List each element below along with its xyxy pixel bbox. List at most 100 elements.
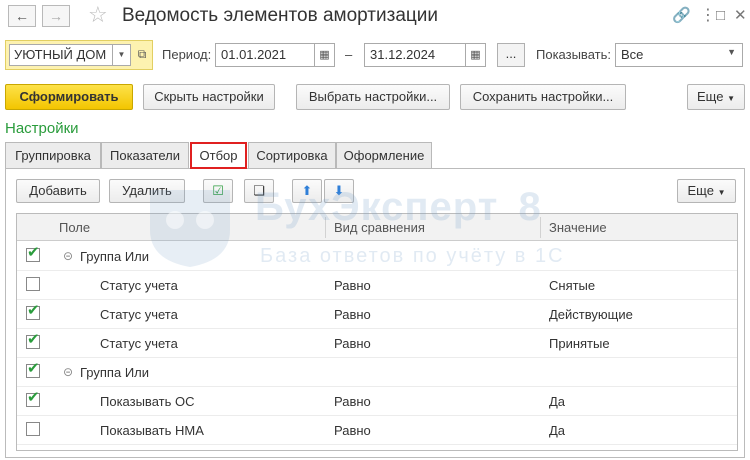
cell-comparison[interactable]: Равно xyxy=(334,387,371,416)
row-checkbox[interactable] xyxy=(26,277,40,291)
tab-formatting[interactable]: Оформление xyxy=(336,142,432,168)
cell-comparison[interactable]: Равно xyxy=(334,271,371,300)
table-row-group[interactable]: ✔ ⊝ Группа Или xyxy=(17,242,737,271)
cell-comparison[interactable]: Равно xyxy=(334,329,371,358)
cell-field[interactable]: Статус учета xyxy=(100,329,178,358)
show-select[interactable]: Все ▼ xyxy=(615,43,743,67)
table-row[interactable]: ✔ Статус учета Равно Принятые xyxy=(17,329,737,358)
collapse-icon[interactable]: ⊝ xyxy=(63,358,73,387)
date-from-input[interactable]: 01.01.2021 xyxy=(215,43,315,67)
cell-value[interactable]: Снятые xyxy=(549,271,595,300)
organization-open-button[interactable]: ⧉ xyxy=(133,44,151,66)
date-from-calendar-button[interactable]: ▦ xyxy=(315,43,335,67)
arrow-up-icon: ⬆ xyxy=(301,183,313,198)
check-all-icon: ☑ xyxy=(212,183,224,198)
uncheck-all-button[interactable]: ❏ xyxy=(244,179,274,203)
parameters-row: УЮТНЫЙ ДОМ ▼ ⧉ Период: 01.01.2021 ▦ – 31… xyxy=(0,40,750,70)
chevron-down-icon: ▼ xyxy=(717,188,726,197)
period-select-button[interactable]: ... xyxy=(497,43,525,67)
forward-button[interactable]: → xyxy=(42,5,70,27)
period-label: Период: xyxy=(162,47,212,62)
table-row[interactable]: ✔ Показывать ОС Равно Да xyxy=(17,387,737,416)
organization-dropdown-button[interactable]: ▼ xyxy=(113,44,131,66)
date-separator: – xyxy=(345,47,353,62)
cell-field[interactable]: Статус учета xyxy=(100,271,178,300)
move-up-button[interactable]: ⬆ xyxy=(292,179,322,203)
chevron-down-icon: ▼ xyxy=(727,47,736,57)
column-value[interactable]: Значение xyxy=(541,214,731,241)
favorite-star-icon[interactable]: ☆ xyxy=(88,3,108,27)
arrow-left-icon: ← xyxy=(15,8,29,24)
calendar-icon: ▦ xyxy=(470,49,481,61)
tab-filter[interactable]: Отбор xyxy=(190,142,247,169)
date-to-input[interactable]: 31.12.2024 xyxy=(364,43,466,67)
more-button-label: Еще xyxy=(697,89,724,104)
filter-table: Поле Вид сравнения Значение ✔ ⊝ Группа Или… xyxy=(16,213,738,451)
save-settings-button[interactable]: Сохранить настройки... xyxy=(460,84,626,110)
checkmark-icon: ✔ xyxy=(27,389,40,406)
chevron-down-icon: ▼ xyxy=(727,94,735,103)
tab-sorting[interactable]: Сортировка xyxy=(248,142,336,168)
row-checkbox[interactable]: ✔ xyxy=(26,389,40,407)
organization-field: УЮТНЫЙ ДОМ ▼ ⧉ xyxy=(5,40,153,70)
check-all-button[interactable]: ☑ xyxy=(203,179,233,203)
cell-field[interactable]: Показывать ОС xyxy=(100,387,194,416)
panel-more-label: Еще xyxy=(687,183,714,198)
back-button[interactable]: ← xyxy=(8,5,36,27)
close-icon[interactable]: ✕ xyxy=(734,6,747,26)
select-settings-button[interactable]: Выбрать настройки... xyxy=(296,84,450,110)
uncheck-all-icon: ❏ xyxy=(253,183,265,198)
date-to-calendar-button[interactable]: ▦ xyxy=(466,43,486,67)
checkmark-icon: ✔ xyxy=(27,302,40,319)
move-down-button[interactable]: ⬇ xyxy=(324,179,354,203)
row-checkbox[interactable]: ✔ xyxy=(26,244,40,262)
collapse-icon[interactable]: ⊝ xyxy=(63,242,73,271)
checkmark-icon: ✔ xyxy=(27,244,40,261)
cell-field[interactable]: Группа Или xyxy=(80,242,149,271)
row-checkbox[interactable]: ✔ xyxy=(26,302,40,320)
table-row[interactable]: Статус учета Равно Снятые xyxy=(17,271,737,300)
more-button[interactable]: Еще ▼ xyxy=(687,84,745,110)
table-header: Поле Вид сравнения Значение xyxy=(17,214,737,241)
window-title: Ведомость элементов амортизации xyxy=(122,5,439,26)
cell-value[interactable]: Да xyxy=(549,416,565,445)
open-form-icon: ⧉ xyxy=(137,47,147,61)
link-icon[interactable]: 🔗 xyxy=(672,6,691,26)
cell-field[interactable]: Статус учета xyxy=(100,300,178,329)
checkmark-icon: ✔ xyxy=(27,331,40,348)
cell-value[interactable]: Да xyxy=(549,387,565,416)
cell-value[interactable]: Действующие xyxy=(549,300,633,329)
show-label: Показывать: xyxy=(536,47,611,62)
hide-settings-button[interactable]: Скрыть настройки xyxy=(143,84,275,110)
show-select-value: Все xyxy=(621,47,644,62)
checkmark-icon: ✔ xyxy=(27,360,40,377)
maximize-icon[interactable]: □ xyxy=(716,6,725,26)
panel-more-button[interactable]: Еще ▼ xyxy=(677,179,736,203)
add-button[interactable]: Добавить xyxy=(16,179,100,203)
cell-field[interactable]: Показывать НМА xyxy=(100,416,204,445)
calendar-icon: ▦ xyxy=(319,49,330,61)
table-row-group[interactable]: ✔ ⊝ Группа Или xyxy=(17,358,737,387)
row-checkbox[interactable]: ✔ xyxy=(26,360,40,378)
tab-grouping[interactable]: Группировка xyxy=(5,142,101,168)
row-checkbox[interactable] xyxy=(26,422,40,436)
arrow-down-icon: ⬇ xyxy=(333,183,345,198)
more-vertical-icon[interactable]: ⋮ xyxy=(700,6,716,26)
settings-label: Настройки xyxy=(5,120,79,137)
cell-comparison[interactable]: Равно xyxy=(334,416,371,445)
tab-indicators[interactable]: Показатели xyxy=(101,142,189,168)
delete-button[interactable]: Удалить xyxy=(109,179,185,203)
column-comparison[interactable]: Вид сравнения xyxy=(326,214,541,241)
generate-button[interactable]: Сформировать xyxy=(5,84,133,110)
dropdown-arrow-icon: ▼ xyxy=(117,50,126,59)
arrow-right-icon: → xyxy=(49,8,63,24)
table-row[interactable]: Показывать НМА Равно Да xyxy=(17,416,737,445)
cell-value[interactable]: Принятые xyxy=(549,329,610,358)
cell-field[interactable]: Группа Или xyxy=(80,358,149,387)
table-row[interactable]: ✔ Статус учета Равно Действующие xyxy=(17,300,737,329)
cell-comparison[interactable]: Равно xyxy=(334,300,371,329)
row-checkbox[interactable]: ✔ xyxy=(26,331,40,349)
organization-input[interactable]: УЮТНЫЙ ДОМ xyxy=(9,44,113,66)
column-field[interactable]: Поле xyxy=(51,214,331,241)
filter-panel: Добавить Удалить ☑ ❏ ⬆ ⬇ Еще ▼ Поле Вид … xyxy=(5,168,745,458)
